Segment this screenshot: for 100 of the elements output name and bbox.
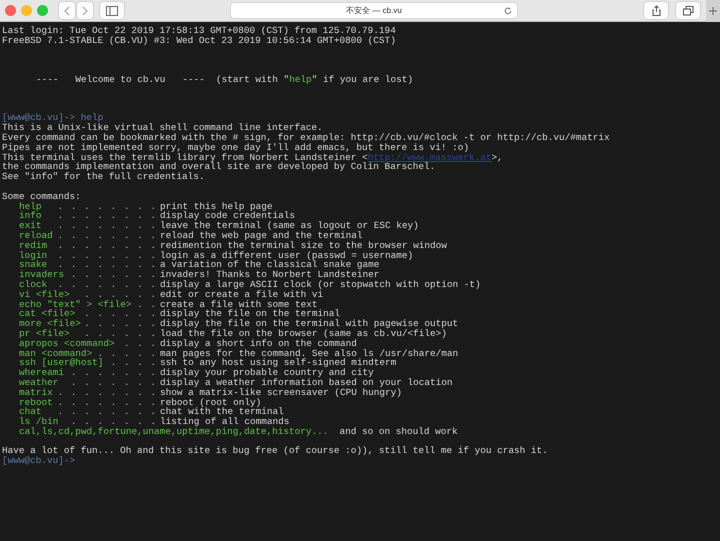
- command-text: exit: [19, 221, 42, 231]
- dot-leader: . . . .: [110, 358, 157, 368]
- dot-leader: . . . . . . . .: [58, 211, 157, 222]
- command-description: a variation of the classical snake game: [160, 260, 380, 270]
- dot-leader: . . . . . . .: [70, 417, 157, 427]
- command-text: info: [19, 211, 42, 222]
- terminal-text: This terminal uses the termlib library from Norbert Landsteiner <: [2, 152, 368, 163]
- sidebar-icon: [106, 6, 118, 16]
- terminal-text: FreeBSD 7.1-STABLE (CB.VU) #3: Wed Oct 23 2019 10:56:14 GMT+0800 (CST): [2, 36, 397, 46]
- command-description: listing of all commands: [160, 417, 290, 427]
- dot-leader: . . . . . . . .: [58, 388, 157, 398]
- command-description: man pages for the command. See also ls /usr/share/man: [160, 348, 458, 358]
- command-text: reload: [19, 230, 53, 241]
- dot-leader: . . . . . .: [84, 328, 157, 339]
- dot-leader: . . . . . . . .: [58, 202, 157, 212]
- tabs-icon: [682, 6, 694, 16]
- command-text: redim: [19, 240, 48, 251]
- dot-leader: . . . . . . . .: [58, 230, 157, 241]
- command-description: ssh to any host using self-signed mindterm: [160, 358, 396, 368]
- share-icon: [652, 5, 660, 16]
- dot-leader: . . . . . . . .: [58, 250, 157, 260]
- address-text: 不安全 — cb.vu: [346, 4, 402, 16]
- terminal-text: This is a Unix-like virtual shell command line interface.: [2, 122, 323, 134]
- command-description: display a large ASCII clock (or stopwatch with option -t): [160, 280, 481, 290]
- command-text: help: [19, 202, 42, 212]
- dot-leader: . . . . . . .: [70, 270, 157, 280]
- command-text: whereami: [19, 368, 64, 378]
- close-icon[interactable]: [5, 5, 16, 16]
- command-text: help: [80, 112, 104, 124]
- dot-leader: . . . . . .: [84, 319, 157, 329]
- command-text: chat: [19, 407, 42, 418]
- command-text: pr <file>: [19, 328, 70, 339]
- terminal-text: the commands implementation and overall site are developed by Colin Barschel.: [2, 161, 436, 172]
- new-tab-button[interactable]: [706, 0, 720, 22]
- command-text: clock: [19, 280, 48, 290]
- command-description: display a weather information based on your location: [160, 378, 453, 388]
- terminal-text: Have a lot of fun... Oh and this site is bug free (of course :o)), still tell me if you crash it.: [2, 446, 549, 456]
- command-description: show a matrix-like screensaver (CPU hungry): [160, 388, 402, 398]
- dot-leader: . . . . . .: [84, 309, 157, 320]
- command-text: apropos <command>: [19, 338, 115, 349]
- terminal-text: >,: [491, 152, 503, 163]
- dot-leader: . . . . . .: [84, 290, 157, 300]
- command-text: ssh [user@host]: [19, 358, 104, 368]
- command-text: invaders: [19, 270, 64, 280]
- command-description: invaders! Thanks to Norbert Landsteiner: [160, 270, 380, 280]
- chevron-left-icon: [64, 6, 70, 16]
- command-description: and so on should work: [339, 426, 458, 437]
- command-description: display the file on the terminal: [160, 309, 340, 320]
- terminal-text: Pipes are not implemented sorry, maybe one day I'll add emacs, but there is vi! :o): [2, 142, 469, 153]
- reload-icon[interactable]: [504, 6, 512, 14]
- command-text: ls /bin: [19, 417, 58, 427]
- terminal-text: Every command can be bookmarked with the # sign, for example: http://cb.vu/#clock -t or http://cb.vu/#matrix: [2, 132, 610, 143]
- command-description: create a file with some text: [160, 300, 318, 310]
- terminal-text: ---- Welcome to cb.vu ---- (start with ": [36, 74, 290, 85]
- terminal-text: " if you are lost): [312, 74, 413, 85]
- dot-leader: . . . . . . . .: [58, 221, 157, 231]
- command-description: edit or create a file with vi: [160, 290, 324, 300]
- dot-leader: . . . . . . .: [70, 378, 157, 388]
- command-description: reload the web page and the terminal: [160, 230, 363, 241]
- dot-leader: . . . . . . . .: [58, 240, 157, 251]
- dot-leader: . . . . .: [97, 348, 157, 358]
- command-text: weather: [19, 378, 58, 388]
- command-description: redimention the terminal size to the browser window: [160, 240, 447, 251]
- command-text: login: [19, 250, 48, 260]
- dot-leader: . . .: [124, 338, 157, 349]
- tabs-button[interactable]: [675, 1, 701, 20]
- command-description: display code credentials: [160, 211, 296, 222]
- forward-button[interactable]: [76, 1, 94, 20]
- back-button[interactable]: [58, 1, 76, 20]
- command-text: cat <file>: [19, 309, 76, 320]
- share-button[interactable]: [643, 1, 669, 20]
- command-text: more <file>: [19, 319, 81, 329]
- command-description: load the file on the browser (same as cb.vu/<file>): [160, 328, 447, 339]
- command-description: display the file on the terminal with pagewise output: [160, 319, 458, 329]
- dot-leader: . . . . . . .: [70, 368, 157, 378]
- dot-leader: . .: [137, 300, 157, 310]
- command-list: cal,ls,cd,pwd,fortune,uname,uptime,ping,date,history...: [19, 426, 328, 437]
- terminal-text: See "info" for the full credentials.: [2, 171, 205, 182]
- command-description: display a short info on the command: [160, 338, 357, 349]
- command-description: display your probable country and city: [160, 368, 374, 378]
- command-description: chat with the terminal: [160, 407, 284, 418]
- terminal-text: Last login: Tue Oct 22 2019 17:58:13 GMT+0800 (CST) from 125.70.79.194: [2, 26, 397, 36]
- terminal-text: Some commands:: [2, 192, 82, 202]
- command-text: man <command>: [19, 348, 92, 358]
- command-text: echo "text" > <file>: [19, 300, 132, 310]
- prompt-text: [www@cb.vu]->: [2, 112, 76, 124]
- chevron-right-icon: [82, 6, 88, 16]
- prompt-text: [www@cb.vu]->: [2, 456, 76, 466]
- command-text: reboot: [19, 398, 53, 408]
- command-description: print this help page: [160, 202, 273, 212]
- command-text: vi <file>: [19, 290, 70, 300]
- sidebar-button[interactable]: [99, 1, 125, 20]
- dot-leader: . . . . . . . .: [58, 407, 157, 418]
- address-field[interactable]: 不安全 — cb.vu: [230, 2, 518, 19]
- command-description: leave the terminal (same as logout or ESC key): [160, 221, 419, 231]
- command-text: snake: [19, 260, 48, 270]
- dot-leader: . . . . . . . .: [58, 260, 157, 270]
- dot-leader: . . . . . . . .: [58, 280, 157, 290]
- plus-icon: [709, 6, 717, 14]
- dot-leader: . . . . . . . .: [58, 398, 157, 408]
